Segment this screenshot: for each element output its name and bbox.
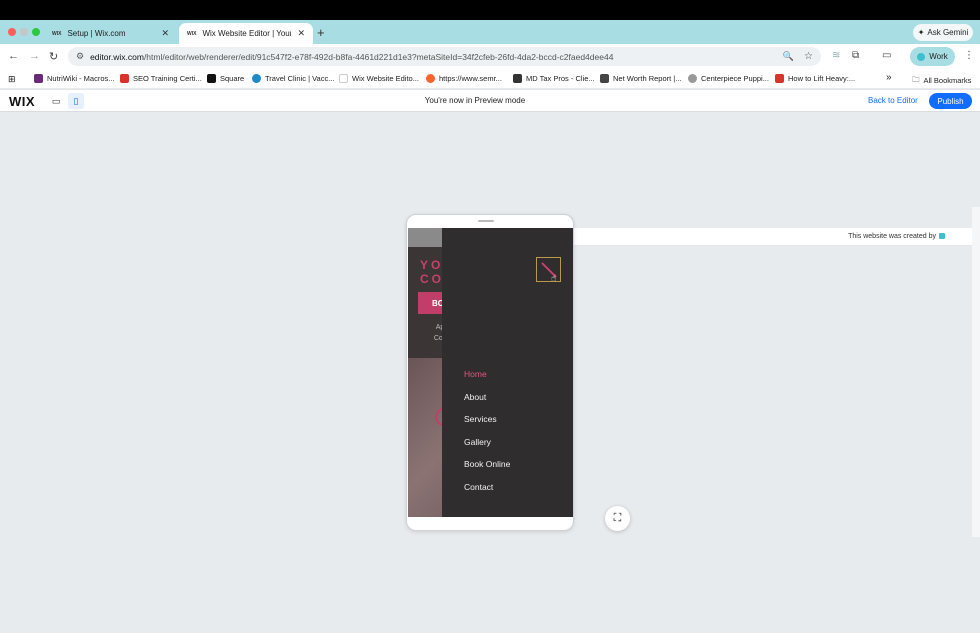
- tab-wix-editor[interactable]: WIX Wix Website Editor | Your Nai ✕: [179, 23, 313, 44]
- profile-label: Work: [929, 52, 948, 61]
- menu-item-services[interactable]: Services: [464, 413, 510, 436]
- bookmark-nutriwiki[interactable]: NutriWiki - Macros...: [34, 74, 115, 83]
- site-logo-line-1: YO: [420, 258, 444, 272]
- extensions-puzzle-icon[interactable]: ⧉: [852, 50, 859, 61]
- site-logo-line-2: CO: [420, 272, 444, 286]
- bookmark-label: MD Tax Pros - Clie...: [526, 74, 595, 83]
- menu-item-about[interactable]: About: [464, 391, 510, 414]
- mobile-menu-panel: ☝ Home About Services Gallery Book Onlin…: [442, 228, 573, 517]
- bookmark-label: Travel Clinic | Vacc...: [265, 74, 335, 83]
- bookmark-favicon-icon: [513, 74, 522, 83]
- menu-item-contact[interactable]: Contact: [464, 481, 510, 504]
- qr-code-button[interactable]: ⛶: [605, 506, 630, 531]
- minimize-window-dot[interactable]: [20, 28, 28, 36]
- bookmark-favicon-icon: [252, 74, 261, 83]
- bookmark-label: NutriWiki - Macros...: [47, 74, 115, 83]
- folder-icon: 🗀: [912, 75, 920, 84]
- bookmark-wix-editor[interactable]: Wix Website Edito...: [339, 74, 419, 83]
- menu-close-button[interactable]: ☝: [536, 257, 561, 283]
- cast-icon[interactable]: ▭: [882, 50, 891, 61]
- close-tab-icon[interactable]: ✕: [161, 28, 169, 39]
- bookmark-favicon-icon: [426, 74, 435, 83]
- more-bookmarks-icon[interactable]: »: [886, 72, 892, 83]
- gemini-sparkle-icon: ✦: [917, 28, 925, 37]
- bookmark-square[interactable]: Square: [207, 74, 244, 83]
- bookmark-favicon-icon: [688, 74, 697, 83]
- site-info-icon[interactable]: ⚙: [76, 51, 84, 62]
- bookmark-travel-clinic[interactable]: Travel Clinic | Vacc...: [252, 74, 334, 83]
- all-bookmarks-button[interactable]: 🗀 All Bookmarks: [912, 74, 971, 87]
- bookmark-net-worth[interactable]: Net Worth Report |...: [600, 74, 682, 83]
- wix-favicon-icon: WIX: [52, 30, 62, 37]
- wix-favicon-icon: WIX: [187, 30, 197, 37]
- reload-icon[interactable]: ↻: [49, 50, 58, 63]
- close-window-dot[interactable]: [8, 28, 16, 36]
- ask-gemini-label: Ask Gemini: [927, 28, 969, 37]
- bookmark-label: Square: [220, 74, 245, 83]
- close-tab-icon[interactable]: ✕: [297, 28, 305, 39]
- back-arrow-icon[interactable]: ←: [8, 50, 19, 62]
- address-bar[interactable]: ⚙ editor.wix.com/html/editor/web/rendere…: [68, 47, 821, 66]
- zoom-icon[interactable]: 🔍: [783, 51, 794, 62]
- bookmark-label: SEO Training Certi...: [133, 74, 202, 83]
- phone-handle: [478, 220, 494, 222]
- bookmark-favicon-icon: [207, 74, 216, 83]
- bookmark-favicon-icon: [120, 74, 129, 83]
- mobile-menu-list: Home About Services Gallery Book Online …: [464, 368, 510, 503]
- menu-item-book-online[interactable]: Book Online: [464, 458, 510, 481]
- url-path: /html/editor/web/renderer/edit/91c547f2-…: [143, 51, 614, 62]
- url-host: editor.wix.com: [90, 51, 144, 62]
- bookmark-label: Net Worth Report |...: [613, 74, 682, 83]
- all-bookmarks-label: All Bookmarks: [923, 76, 972, 85]
- maximize-window-dot[interactable]: [32, 28, 40, 36]
- bookmark-label: https://www.semr...: [439, 74, 502, 83]
- wix-mark-icon: [939, 233, 945, 239]
- site-header-strip: [408, 228, 442, 247]
- new-tab-button[interactable]: +: [317, 25, 325, 40]
- bookmark-favicon-icon: [34, 74, 43, 83]
- tab-title: Wix Website Editor | Your Nai: [202, 29, 292, 38]
- site-logo[interactable]: YO CO: [420, 258, 444, 286]
- screen-top-black-bar: [0, 0, 980, 20]
- extension-wave-icon[interactable]: ≋: [832, 50, 840, 61]
- bookmark-favicon-icon: [339, 74, 348, 83]
- created-by-banner: This website was created by: [574, 228, 972, 246]
- tab-title: Setup | Wix.com: [67, 29, 126, 38]
- wix-preview-bar: WIX ▭ ▯ You're now in Preview mode Back …: [0, 89, 980, 112]
- bookmark-semrush[interactable]: https://www.semr...: [426, 74, 502, 83]
- back-to-editor-link[interactable]: Back to Editor: [868, 96, 918, 105]
- profile-button[interactable]: Work: [910, 47, 955, 66]
- bookmark-seo-training[interactable]: SEO Training Certi...: [120, 74, 202, 83]
- preview-mode-message: You're now in Preview mode: [424, 96, 526, 105]
- bookmark-favicon-icon: [775, 74, 784, 83]
- menu-item-home[interactable]: Home: [464, 368, 510, 391]
- bookmark-star-icon[interactable]: ☆: [804, 51, 813, 62]
- hand-cursor-icon: ☝: [551, 273, 557, 283]
- qr-scan-icon: ⛶: [613, 512, 622, 524]
- bookmark-lift-heavy[interactable]: How to Lift Heavy:...: [775, 74, 855, 83]
- bookmark-label: Wix Website Edito...: [352, 74, 419, 83]
- bookmark-centerpiece[interactable]: Centerpiece Puppi...: [688, 74, 769, 83]
- url-text: editor.wix.com/html/editor/web/renderer/…: [90, 52, 777, 62]
- publish-button[interactable]: Publish: [929, 93, 972, 109]
- created-by-text: This website was created by: [848, 233, 936, 240]
- mobile-preview-frame: YO CO BO App Conv ☝ Home About Services …: [406, 214, 574, 531]
- right-edge-panel: [972, 207, 980, 537]
- tab-setup[interactable]: WIX Setup | Wix.com ✕: [44, 23, 177, 44]
- bookmark-favicon-icon: [600, 74, 609, 83]
- apps-grid-icon[interactable]: ⊞: [8, 74, 16, 85]
- profile-avatar-icon: [917, 52, 926, 61]
- bookmark-label: How to Lift Heavy:...: [788, 74, 856, 83]
- bookmark-md-tax-pros[interactable]: MD Tax Pros - Clie...: [513, 74, 595, 83]
- bookmark-label: Centerpiece Puppi...: [701, 74, 769, 83]
- ask-gemini-button[interactable]: ✦ Ask Gemini: [913, 24, 973, 41]
- forward-arrow-icon[interactable]: →: [29, 50, 40, 62]
- browser-menu-icon[interactable]: ⋮: [964, 50, 974, 61]
- bookmarks-bar: ⊞ NutriWiki - Macros... SEO Training Cer…: [0, 70, 980, 88]
- browser-tab-strip: WIX Setup | Wix.com ✕ WIX Wix Website Ed…: [0, 20, 980, 44]
- mobile-site-screen[interactable]: YO CO BO App Conv ☝ Home About Services …: [408, 228, 573, 517]
- menu-item-gallery[interactable]: Gallery: [464, 436, 510, 459]
